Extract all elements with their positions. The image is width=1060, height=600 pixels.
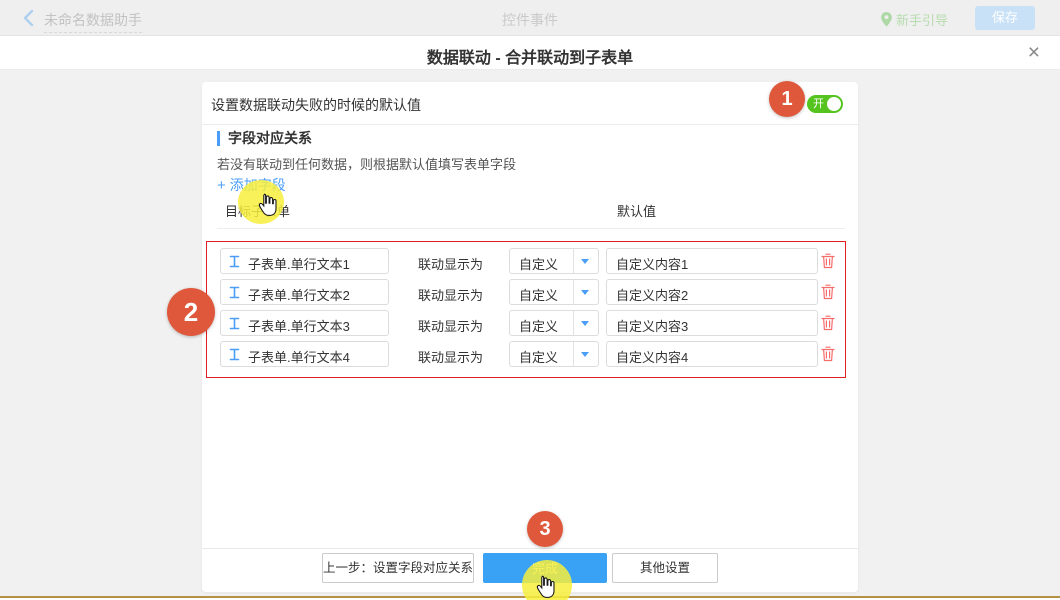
footer-divider bbox=[202, 548, 858, 549]
default-value-text: 自定义内容2 bbox=[616, 285, 688, 304]
display-mode-select-1[interactable]: 自定义 bbox=[509, 248, 599, 274]
default-value-input-2[interactable]: 自定义内容2 bbox=[606, 279, 818, 305]
back-icon[interactable] bbox=[22, 9, 34, 32]
previous-step-button[interactable]: 上一步：设置字段对应关系 bbox=[322, 553, 474, 583]
close-icon[interactable]: × bbox=[1028, 40, 1040, 66]
trash-icon[interactable] bbox=[821, 315, 835, 336]
link-display-label: 联动显示为 bbox=[418, 254, 483, 273]
annotation-badge-1: 1 bbox=[769, 81, 805, 117]
display-mode-select-2[interactable]: 自定义 bbox=[509, 279, 599, 305]
field-mapping-row-2: 子表单.单行文本2 联动显示为 自定义 自定义内容2 bbox=[207, 279, 845, 305]
trash-icon[interactable] bbox=[821, 253, 835, 274]
default-value-input-4[interactable]: 自定义内容4 bbox=[606, 341, 818, 367]
on-off-toggle[interactable]: 开 bbox=[807, 95, 843, 113]
text-field-icon bbox=[229, 286, 240, 304]
default-value-text: 自定义内容4 bbox=[616, 347, 688, 366]
field-mapping-row-4: 子表单.单行文本4 联动显示为 自定义 自定义内容4 bbox=[207, 341, 845, 367]
dialog-header: 数据联动 - 合并联动到子表单 × bbox=[0, 36, 1060, 70]
chevron-down-icon bbox=[581, 259, 589, 264]
plus-icon: + bbox=[217, 177, 226, 194]
target-field-value: 子表单.单行文本3 bbox=[248, 316, 350, 335]
display-mode-select-3[interactable]: 自定义 bbox=[509, 310, 599, 336]
field-mapping-annotated-area: 子表单.单行文本1 联动显示为 自定义 自定义内容1 子表单.单行文本2 bbox=[206, 241, 846, 378]
default-value-toggle-row: 设置数据联动失败的时候的默认值 开 bbox=[202, 82, 858, 125]
guide-pin-icon bbox=[881, 12, 892, 27]
selected-mode: 自定义 bbox=[519, 285, 558, 304]
text-field-icon bbox=[229, 255, 240, 273]
default-value-text: 自定义内容3 bbox=[616, 316, 688, 335]
field-mapping-row-3: 子表单.单行文本3 联动显示为 自定义 自定义内容3 bbox=[207, 310, 845, 336]
section-title: 字段对应关系 bbox=[217, 131, 312, 146]
dropdown-divider bbox=[573, 249, 574, 273]
dropdown-divider bbox=[573, 342, 574, 366]
guide-link[interactable]: 新手引导 bbox=[881, 10, 948, 29]
settings-panel: 设置数据联动失败的时候的默认值 开 字段对应关系 若没有联动到任何数据，则根据默… bbox=[202, 82, 858, 592]
chevron-down-icon bbox=[581, 352, 589, 357]
trash-icon[interactable] bbox=[821, 284, 835, 305]
chevron-down-icon bbox=[581, 290, 589, 295]
target-field-input-2[interactable]: 子表单.单行文本2 bbox=[220, 279, 389, 305]
text-field-icon bbox=[229, 348, 240, 366]
selected-mode: 自定义 bbox=[519, 347, 558, 366]
toggle-knob bbox=[827, 97, 841, 111]
hand-cursor-icon bbox=[256, 192, 278, 223]
target-field-input-1[interactable]: 子表单.单行文本1 bbox=[220, 248, 389, 274]
selected-mode: 自定义 bbox=[519, 254, 558, 273]
top-app-bar: 未命名数据助手 控件事件 新手引导 保存 bbox=[0, 0, 1060, 36]
target-field-value: 子表单.单行文本2 bbox=[248, 285, 350, 304]
trash-icon[interactable] bbox=[821, 346, 835, 367]
toggle-state-label: 开 bbox=[813, 98, 824, 110]
screen: 未命名数据助手 控件事件 新手引导 保存 数据联动 - 合并联动到子表单 × 设… bbox=[0, 0, 1060, 600]
selected-mode: 自定义 bbox=[519, 316, 558, 335]
toggle-row-label: 设置数据联动失败的时候的默认值 bbox=[211, 95, 421, 115]
target-field-value: 子表单.单行文本1 bbox=[248, 254, 350, 273]
annotation-badge-2: 2 bbox=[167, 288, 215, 336]
other-settings-button[interactable]: 其他设置 bbox=[612, 553, 718, 583]
target-field-input-4[interactable]: 子表单.单行文本4 bbox=[220, 341, 389, 367]
display-mode-select-4[interactable]: 自定义 bbox=[509, 341, 599, 367]
target-field-value: 子表单.单行文本4 bbox=[248, 347, 350, 366]
column-header-default: 默认值 bbox=[617, 201, 656, 220]
guide-label: 新手引导 bbox=[896, 10, 948, 29]
default-value-input-3[interactable]: 自定义内容3 bbox=[606, 310, 818, 336]
target-field-input-3[interactable]: 子表单.单行文本3 bbox=[220, 310, 389, 336]
assistant-name[interactable]: 未命名数据助手 bbox=[44, 10, 142, 33]
link-display-label: 联动显示为 bbox=[418, 285, 483, 304]
link-display-label: 联动显示为 bbox=[418, 316, 483, 335]
annotation-badge-3: 3 bbox=[527, 511, 563, 547]
link-display-label: 联动显示为 bbox=[418, 347, 483, 366]
dropdown-divider bbox=[573, 311, 574, 335]
hand-cursor-icon bbox=[534, 574, 556, 600]
save-button[interactable]: 保存 bbox=[975, 6, 1035, 30]
section-description: 若没有联动到任何数据，则根据默认值填写表单字段 bbox=[217, 154, 516, 173]
default-value-text: 自定义内容1 bbox=[616, 254, 688, 273]
chevron-down-icon bbox=[581, 321, 589, 326]
text-field-icon bbox=[229, 317, 240, 335]
default-value-input-1[interactable]: 自定义内容1 bbox=[606, 248, 818, 274]
dialog-title: 数据联动 - 合并联动到子表单 bbox=[427, 44, 633, 68]
topbar-title: 控件事件 bbox=[502, 10, 558, 30]
header-divider bbox=[217, 228, 845, 229]
field-mapping-row-1: 子表单.单行文本1 联动显示为 自定义 自定义内容1 bbox=[207, 248, 845, 274]
dropdown-divider bbox=[573, 280, 574, 304]
